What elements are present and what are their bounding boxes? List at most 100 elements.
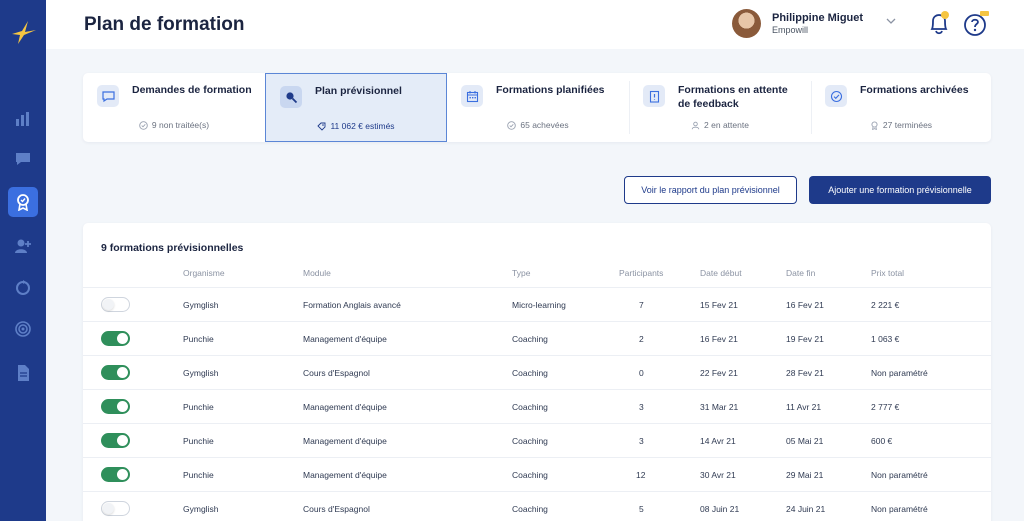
cell-organisme: Punchie [183, 436, 214, 446]
user-organization: Empowill [772, 25, 809, 35]
cell-type: Micro-learning [512, 300, 566, 310]
award-badge-icon [17, 194, 29, 211]
tab-status: 65 achevées [447, 120, 629, 130]
page-title: Plan de formation [84, 14, 245, 35]
tab-archivees[interactable]: Formations archivées 27 terminées [811, 73, 991, 142]
sidebar-item-objectives[interactable] [8, 314, 38, 344]
cell-prix: 2 221 € [871, 300, 900, 310]
cell-date-debut: 14 Avr 21 [700, 436, 736, 446]
cell-module: Management d'équipe [303, 470, 387, 480]
user-name[interactable]: Philippine Miguet [772, 12, 863, 24]
check-circle-icon [507, 120, 517, 130]
cell-type: Coaching [512, 334, 548, 344]
column-header[interactable]: Type [512, 268, 530, 278]
enable-toggle[interactable] [101, 467, 130, 482]
table-row[interactable]: Gymglish Formation Anglais avancé Micro-… [83, 287, 991, 321]
column-header[interactable]: Date fin [786, 268, 815, 278]
cell-date-fin: 19 Fev 21 [786, 334, 824, 344]
enable-toggle[interactable] [101, 297, 130, 312]
view-report-button[interactable]: Voir le rapport du plan prévisionnel [624, 176, 797, 204]
cell-date-debut: 22 Fev 21 [700, 368, 738, 378]
user-add-icon [15, 239, 31, 253]
tab-label: Formations archivées [860, 84, 969, 96]
sidebar-item-sync[interactable] [8, 273, 38, 303]
cell-date-fin: 11 Avr 21 [786, 402, 822, 412]
cell-prix: 1 063 € [871, 334, 900, 344]
help-icon[interactable] [963, 11, 989, 37]
cell-participants: 3 [639, 402, 644, 412]
sidebar-item-feedback[interactable] [8, 144, 38, 174]
cell-module: Management d'équipe [303, 334, 387, 344]
tab-planifiees[interactable]: Formations planifiées 65 achevées [447, 73, 629, 142]
sidebar-item-stats[interactable] [8, 104, 38, 134]
tab-status: 9 non traitée(s) [83, 120, 265, 130]
column-header[interactable]: Module [303, 268, 331, 278]
tab-status-text: 2 en attente [704, 120, 749, 130]
sidebar [0, 0, 46, 521]
table-row[interactable]: Punchie Management d'équipe Coaching 3 1… [83, 423, 991, 457]
tab-status-text: 27 terminées [882, 120, 933, 130]
cell-prix: 2 777 € [871, 402, 900, 412]
cell-type: Coaching [512, 436, 548, 446]
cell-module: Management d'équipe [303, 402, 387, 412]
bar-chart-icon [16, 112, 29, 126]
cell-prix: Non paramétré [871, 368, 928, 378]
column-header[interactable]: Prix total [871, 268, 904, 278]
cell-participants: 3 [639, 436, 644, 446]
table-row[interactable]: Punchie Management d'équipe Coaching 12 … [83, 457, 991, 491]
enable-toggle[interactable] [101, 399, 130, 414]
cell-type: Coaching [512, 504, 548, 514]
table-title: 9 formations prévisionnelles [101, 242, 244, 254]
cell-module: Formation Anglais avancé [303, 300, 401, 310]
document-icon [18, 365, 29, 381]
tab-status: 11 062 € estimés [266, 121, 446, 131]
calendar-icon [466, 90, 478, 102]
globe-refresh-icon [16, 280, 30, 295]
tab-demandes[interactable]: Demandes de formation 9 non traitée(s) [83, 73, 265, 142]
cell-date-fin: 24 Juin 21 [786, 504, 826, 514]
column-header[interactable]: Participants [619, 268, 663, 278]
table-row[interactable]: Punchie Management d'équipe Coaching 3 3… [83, 389, 991, 423]
cell-type: Coaching [512, 470, 548, 480]
column-header[interactable]: Organisme [183, 268, 225, 278]
tab-status-text: 9 non traitée(s) [151, 120, 210, 130]
tab-status-text: 11 062 € estimés [330, 121, 395, 131]
column-header[interactable]: Date début [700, 268, 742, 278]
tab-label: Plan prévisionnel [315, 85, 402, 97]
status-tabs: Demandes de formation 9 non traitée(s) P… [83, 73, 991, 142]
enable-toggle[interactable] [101, 365, 130, 380]
chat-bubble-icon [16, 153, 30, 165]
sidebar-item-training[interactable] [8, 187, 38, 217]
sidebar-item-team[interactable] [8, 231, 38, 261]
cell-organisme: Gymglish [183, 300, 219, 310]
cell-date-fin: 05 Mai 21 [786, 436, 824, 446]
chevron-down-icon[interactable] [886, 16, 896, 26]
tab-status: 27 terminées [811, 120, 991, 130]
avatar[interactable] [732, 9, 761, 38]
cell-prix: Non paramétré [871, 504, 928, 514]
cell-organisme: Punchie [183, 334, 214, 344]
enable-toggle[interactable] [101, 501, 130, 516]
enable-toggle[interactable] [101, 331, 130, 346]
cell-organisme: Punchie [183, 402, 214, 412]
cell-participants: 5 [639, 504, 644, 514]
tab-attente-feedback[interactable]: Formations en attente de feedback 2 en a… [629, 73, 811, 142]
table-row[interactable]: Punchie Management d'équipe Coaching 2 1… [83, 321, 991, 355]
cell-participants: 12 [636, 470, 646, 480]
cell-prix: Non paramétré [871, 470, 928, 480]
sidebar-item-documents[interactable] [8, 358, 38, 388]
cell-date-fin: 28 Fev 21 [786, 368, 824, 378]
cell-type: Coaching [512, 368, 548, 378]
cell-module: Cours d'Espagnol [303, 368, 370, 378]
table-row[interactable]: Gymglish Cours d'Espagnol Coaching 5 08 … [83, 491, 991, 521]
check-circle-icon [830, 90, 842, 102]
tab-plan-previsionnel[interactable]: Plan prévisionnel 11 062 € estimés [265, 73, 447, 142]
logo-bird-icon[interactable] [10, 18, 38, 46]
enable-toggle[interactable] [101, 433, 130, 448]
tab-label: Formations en attente de feedback [678, 84, 788, 110]
bell-icon[interactable] [926, 10, 952, 38]
top-header: Plan de formation Philippine Miguet Empo… [46, 0, 1024, 49]
table-row[interactable]: Gymglish Cours d'Espagnol Coaching 0 22 … [83, 355, 991, 389]
cell-module: Cours d'Espagnol [303, 504, 370, 514]
add-training-button[interactable]: Ajouter une formation prévisionnelle [809, 176, 991, 204]
